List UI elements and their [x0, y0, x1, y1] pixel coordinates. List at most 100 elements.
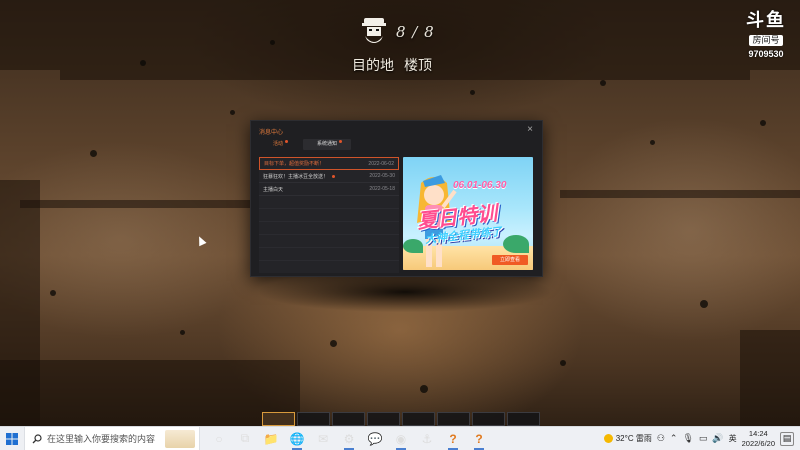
message-date: 2022-05-30 — [369, 173, 395, 179]
cortana-icon[interactable]: ○ — [206, 427, 232, 450]
search-icon — [32, 433, 42, 443]
close-icon[interactable]: × — [524, 124, 536, 136]
view-now-button[interactable]: 立即查看 — [492, 255, 528, 265]
hotbar-slot[interactable] — [437, 412, 470, 426]
weather-widget[interactable]: 32°C 雷雨 — [603, 433, 652, 444]
clock-date: 2022/6/20 — [741, 438, 775, 448]
dirt-speck — [270, 40, 275, 45]
task-view-icon[interactable]: ⧉ — [232, 427, 258, 450]
cortana-glyph: ○ — [215, 431, 223, 446]
dialog-title: 消息中心 — [259, 130, 284, 136]
dirt-speck — [140, 60, 146, 66]
player-count: 8 / 8 — [396, 23, 435, 41]
notification-center-icon[interactable]: ▤ — [780, 431, 794, 446]
wechat-glyph: 💬 — [367, 431, 383, 446]
steam-glyph: ⚙ — [343, 431, 355, 446]
unread-dot-icon — [285, 140, 289, 143]
hotbar-slot[interactable] — [507, 412, 540, 426]
game-launcher-icon[interactable]: ◉ — [388, 427, 414, 450]
hotbar-slot[interactable] — [332, 412, 365, 426]
search-highlight-icon — [165, 429, 195, 448]
dirt-speck — [700, 300, 708, 308]
empty-list-row — [259, 222, 399, 235]
microphone-icon[interactable]: 🎙 — [682, 433, 693, 444]
taskbar-search-box[interactable]: 在这里输入你要搜索的内容 — [24, 426, 200, 450]
dirt-speck — [650, 140, 655, 145]
unread-dot-icon — [339, 140, 343, 143]
system-tray: 32°C 雷雨 ⚇ ⌃ 🎙 ▭ 🔊 英 14:24 2022/6/20 ▤ — [603, 429, 800, 449]
tab-system-notice[interactable]: 系统通知 — [303, 139, 352, 150]
windows-taskbar: 在这里输入你要搜索的内容 ○ ⧉ 📁 🌐 ✉ ⚙ 💬 ◉ ⚓ ? ? 32°C … — [0, 426, 800, 450]
start-button[interactable] — [0, 427, 24, 450]
message-date: 2022-06-02 — [368, 160, 394, 167]
left-rafter — [20, 200, 260, 208]
volume-icon[interactable]: 🔊 — [712, 433, 723, 444]
tab-activity-label: 活动 — [273, 141, 284, 147]
empty-list-row — [259, 235, 399, 248]
stream-watermark: 斗鱼 房间号 9709530 — [738, 10, 794, 59]
message-date: 2022-05-18 — [369, 186, 395, 192]
hotbar-slot[interactable] — [472, 412, 505, 426]
dirt-speck — [760, 120, 766, 126]
dialog-shadow — [260, 272, 550, 312]
anchor-app-icon[interactable]: ⚓ — [414, 427, 440, 450]
file-explorer-icon[interactable]: 📁 — [258, 427, 284, 450]
weather-sun-icon — [603, 434, 613, 443]
tab-activity[interactable]: 活动 — [259, 139, 297, 150]
hotbar-slot[interactable] — [297, 412, 330, 426]
douyu-logo: 斗鱼 — [746, 10, 786, 30]
hotbar-slot[interactable] — [402, 412, 435, 426]
list-item[interactable]: 目标下单，超值奖励不断！ 2022-06-02 — [259, 157, 399, 170]
message-list: 目标下单，超值奖励不断！ 2022-06-02 狂暴狂欢！主播冰豆全放送！ 20… — [259, 157, 399, 273]
file-explorer-glyph: 📁 — [263, 431, 279, 446]
network-icon[interactable]: ▭ — [699, 433, 708, 444]
list-item[interactable]: 主播白天 2022-05-18 — [259, 183, 399, 196]
taskbar-clock[interactable]: 14:24 2022/6/20 — [742, 429, 775, 449]
message-title: 目标下单，超值奖励不断！ — [264, 161, 325, 167]
unread-dot-icon — [332, 174, 336, 178]
left-floor-shadow — [0, 360, 300, 426]
dirt-speck — [560, 360, 566, 366]
orange-app-icon-2[interactable]: ? — [466, 427, 492, 450]
edge-icon[interactable]: 🌐 — [284, 427, 310, 450]
hud-player-counter: 8 / 8 — [360, 14, 442, 50]
palm-leaf-icon — [503, 235, 529, 253]
dirt-speck — [330, 340, 337, 347]
steam-icon[interactable]: ⚙ — [336, 427, 362, 450]
anchor-app-glyph: ⚓ — [421, 431, 433, 446]
dirt-speck — [90, 150, 97, 157]
edge-glyph: 🌐 — [289, 431, 305, 446]
dirt-speck — [420, 385, 428, 393]
mail-glyph: ✉ — [317, 431, 329, 446]
hotbar-slot[interactable] — [262, 412, 295, 426]
empty-list-row — [259, 196, 399, 209]
right-floor-shadow — [740, 330, 800, 426]
message-center-dialog: 消息中心 × 活动 系统通知 目标下单，超值奖励不断！ 2022-06-02 狂… — [250, 120, 543, 277]
mail-icon[interactable]: ✉ — [310, 427, 336, 450]
right-rafter — [560, 190, 800, 198]
hotbar-slot[interactable] — [367, 412, 400, 426]
dirt-speck — [470, 90, 475, 95]
message-title: 狂暴狂欢！主播冰豆全放送！ — [263, 173, 329, 180]
ime-indicator[interactable]: 英 — [729, 433, 737, 444]
banner-date-range: 06.01-06.30 — [453, 180, 507, 191]
wechat-icon[interactable]: 💬 — [362, 427, 388, 450]
people-icon[interactable]: ⚇ — [657, 433, 665, 444]
windows-logo-icon — [6, 432, 18, 445]
dirt-speck — [230, 110, 235, 115]
orange-app-icon-1[interactable]: ? — [440, 427, 466, 450]
task-view-glyph: ⧉ — [240, 431, 250, 445]
list-item[interactable]: 狂暴狂欢！主播冰豆全放送！ 2022-05-30 — [259, 170, 399, 183]
inventory-hotbar — [262, 412, 540, 426]
chevron-up-icon[interactable]: ⌃ — [670, 433, 678, 444]
message-title: 主播白天 — [263, 186, 284, 193]
room-number: 9709530 — [748, 49, 784, 59]
orange-app-glyph: ? — [449, 431, 457, 446]
dirt-speck — [180, 330, 185, 335]
promo-banner[interactable]: 06.01-06.30 夏日特训 大神全程带练了 立即查看 — [403, 157, 533, 270]
taskbar-apps: ○ ⧉ 📁 🌐 ✉ ⚙ 💬 ◉ ⚓ ? ? — [206, 427, 492, 450]
orange-app-glyph: ? — [475, 431, 483, 446]
tab-system-notice-label: 系统通知 — [317, 141, 338, 147]
weather-text: 32°C 雷雨 — [615, 434, 652, 443]
hud-destination: 目的地 楼顶 — [352, 55, 462, 75]
